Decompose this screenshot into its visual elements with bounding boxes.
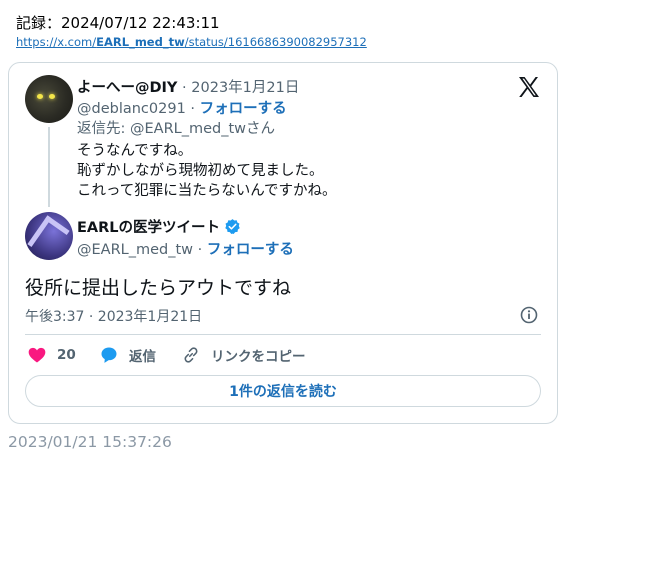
reply-line: そうなんですね。 <box>77 143 193 159</box>
reply-display-name[interactable]: よーへー@DIY <box>77 80 177 96</box>
main-handle-row: @EARL_med_tw · フォローする <box>77 238 294 259</box>
heart-icon <box>28 347 46 363</box>
main-display-name[interactable]: EARLの医学ツイート <box>77 220 220 236</box>
main-author-avatar[interactable] <box>25 212 73 260</box>
main-header: EARLの医学ツイート <box>77 216 241 237</box>
x-logo-icon[interactable] <box>517 75 541 99</box>
like-button[interactable]: 20 <box>27 345 76 365</box>
info-icon[interactable] <box>519 305 539 325</box>
tweet-timestamp: 2023/01/21 15:37:26 <box>8 433 172 451</box>
reply-bubble-icon <box>101 347 117 363</box>
url-suffix: /status/1616686390082957312 <box>184 35 367 49</box>
divider <box>25 334 541 335</box>
like-count: 20 <box>57 347 76 363</box>
link-icon <box>184 347 198 363</box>
reply-handle[interactable]: @deblanc0291 · <box>77 101 200 117</box>
main-follow-button[interactable]: フォローする <box>207 242 294 258</box>
reply-button[interactable]: 返信 <box>99 345 156 365</box>
reply-author-avatar[interactable] <box>25 75 73 123</box>
reply-date[interactable]: · 2023年1月21日 <box>177 80 299 96</box>
url-handle: EARL_med_tw <box>96 35 185 49</box>
thread-connector-line <box>48 127 50 207</box>
replying-to-label: 返信先: @EARL_med_twさん <box>77 121 276 137</box>
reply-line: これって犯罪に当たらないんですかね。 <box>77 183 337 199</box>
read-replies-button[interactable]: 1件の返信を読む <box>25 375 541 407</box>
reply-handle-row: @deblanc0291 · フォローする <box>77 97 287 118</box>
reply-line: 恥ずかしながら現物初めて見ました。 <box>77 163 324 179</box>
reply-header: よーへー@DIY · 2023年1月21日 <box>77 76 299 97</box>
main-tweet-time[interactable]: 午後3:37 · 2023年1月21日 <box>25 306 202 326</box>
reply-body: そうなんですね。 恥ずかしながら現物初めて見ました。 これって犯罪に当たらないん… <box>77 141 337 201</box>
url-prefix: https://x.com/ <box>16 35 97 49</box>
main-tweet-text: 役所に提出したらアウトですね <box>25 277 292 299</box>
verified-badge-icon <box>225 219 240 234</box>
copy-link-label: リンクをコピー <box>211 349 306 365</box>
tweet-embed-card: よーへー@DIY · 2023年1月21日 @deblanc0291 · フォロ… <box>8 62 558 424</box>
main-handle[interactable]: @EARL_med_tw · <box>77 242 207 258</box>
copy-link-button[interactable]: リンクをコピー <box>181 345 306 365</box>
tweet-url-link[interactable]: https://x.com/EARL_med_tw/status/1616686… <box>16 35 367 49</box>
reply-label: 返信 <box>129 349 156 365</box>
reply-follow-button[interactable]: フォローする <box>200 101 287 117</box>
record-timestamp: 記録：2024/07/12 22:43:11 <box>16 14 220 32</box>
